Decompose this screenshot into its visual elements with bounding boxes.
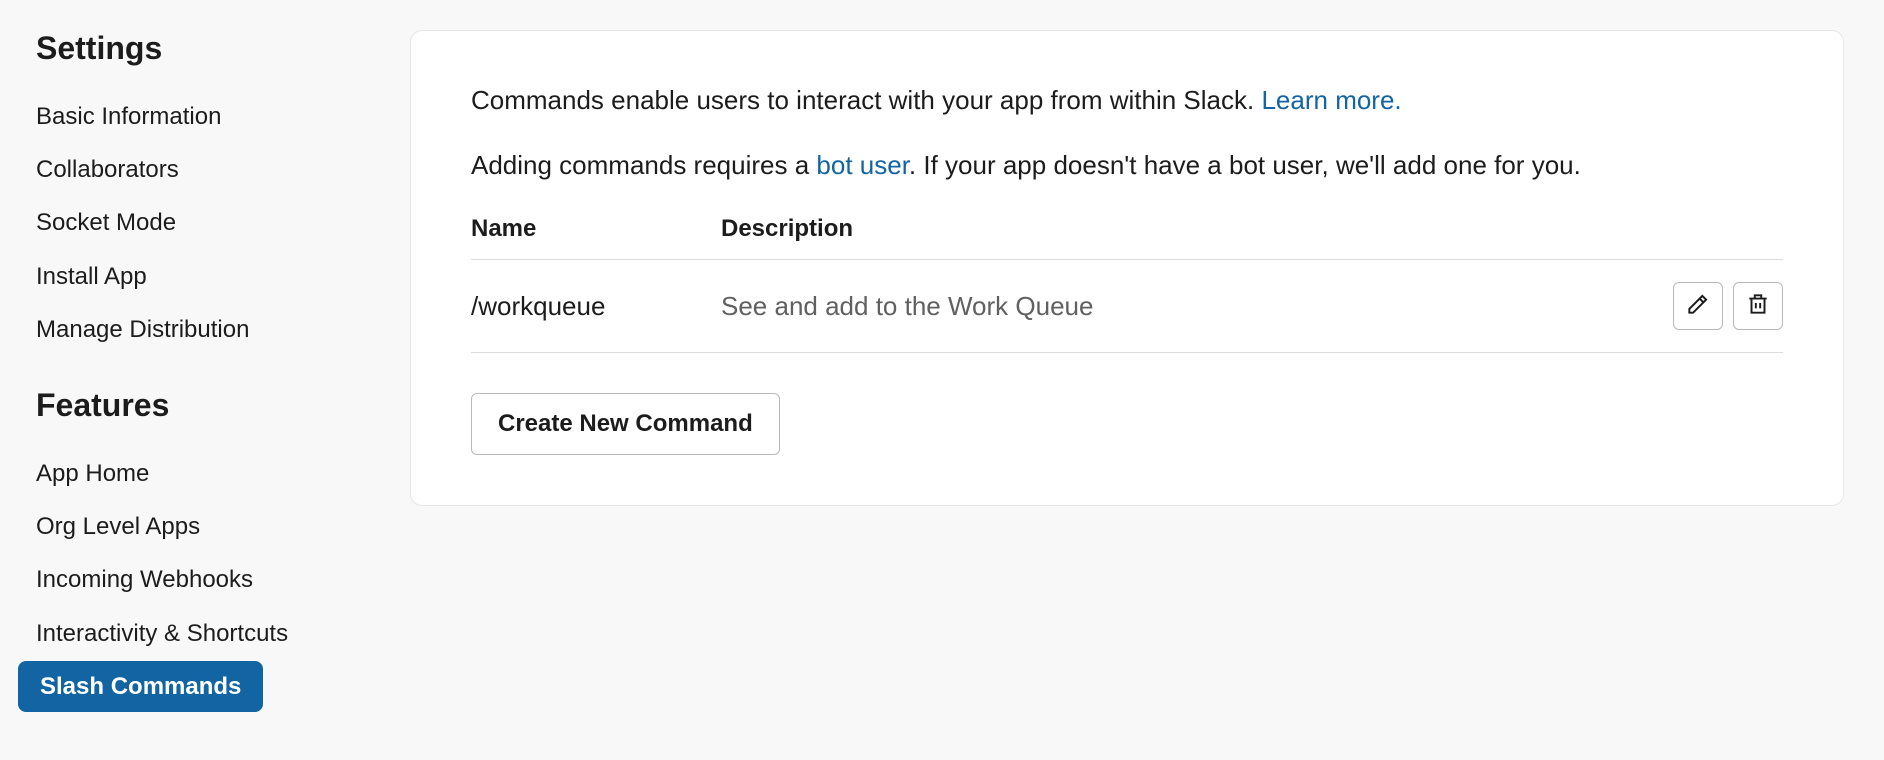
sidebar-item-interactivity-shortcuts[interactable]: Interactivity & Shortcuts (30, 608, 306, 659)
sidebar: Settings Basic Information Collaborators… (30, 30, 410, 760)
table-header-description: Description (721, 215, 1643, 243)
sidebar-section-settings: Settings Basic Information Collaborators… (30, 30, 410, 355)
sidebar-list-features: App Home Org Level Apps Incoming Webhook… (30, 448, 410, 712)
table-header-row: Name Description (471, 215, 1783, 260)
sidebar-heading-features: Features (30, 387, 410, 424)
table-header-actions (1643, 215, 1783, 243)
sidebar-item-app-home[interactable]: App Home (30, 448, 167, 499)
sidebar-item-socket-mode[interactable]: Socket Mode (30, 197, 194, 248)
trash-icon (1745, 291, 1771, 322)
create-new-command-button[interactable]: Create New Command (471, 393, 780, 455)
pencil-icon (1685, 291, 1711, 322)
sidebar-item-install-app[interactable]: Install App (30, 251, 165, 302)
sidebar-list-settings: Basic Information Collaborators Socket M… (30, 91, 410, 355)
sidebar-heading-settings: Settings (30, 30, 410, 67)
slash-commands-card: Commands enable users to interact with y… (410, 30, 1844, 506)
sidebar-item-slash-commands[interactable]: Slash Commands (18, 661, 263, 712)
sidebar-item-basic-information[interactable]: Basic Information (30, 91, 239, 142)
command-actions (1643, 282, 1783, 330)
intro-text-1: Commands enable users to interact with y… (471, 85, 1261, 115)
sidebar-item-collaborators[interactable]: Collaborators (30, 144, 197, 195)
command-description-cell: See and add to the Work Queue (721, 291, 1643, 322)
edit-command-button[interactable] (1673, 282, 1723, 330)
main-content: Commands enable users to interact with y… (410, 30, 1884, 760)
command-name-cell: /workqueue (471, 291, 721, 322)
table-header-name: Name (471, 215, 721, 243)
sidebar-item-incoming-webhooks[interactable]: Incoming Webhooks (30, 554, 271, 605)
intro-paragraph-2: Adding commands requires a bot user. If … (471, 146, 1783, 185)
intro-text-2-post: . If your app doesn't have a bot user, w… (909, 150, 1581, 180)
delete-command-button[interactable] (1733, 282, 1783, 330)
bot-user-link[interactable]: bot user (816, 150, 909, 180)
intro-text-2-pre: Adding commands requires a (471, 150, 816, 180)
table-row: /workqueue See and add to the Work Queue (471, 260, 1783, 353)
learn-more-link[interactable]: Learn more. (1261, 85, 1401, 115)
sidebar-item-org-level-apps[interactable]: Org Level Apps (30, 501, 218, 552)
sidebar-section-features: Features App Home Org Level Apps Incomin… (30, 387, 410, 712)
commands-table: Name Description /workqueue See and add … (471, 215, 1783, 353)
sidebar-item-manage-distribution[interactable]: Manage Distribution (30, 304, 267, 355)
intro-paragraph-1: Commands enable users to interact with y… (471, 81, 1783, 120)
